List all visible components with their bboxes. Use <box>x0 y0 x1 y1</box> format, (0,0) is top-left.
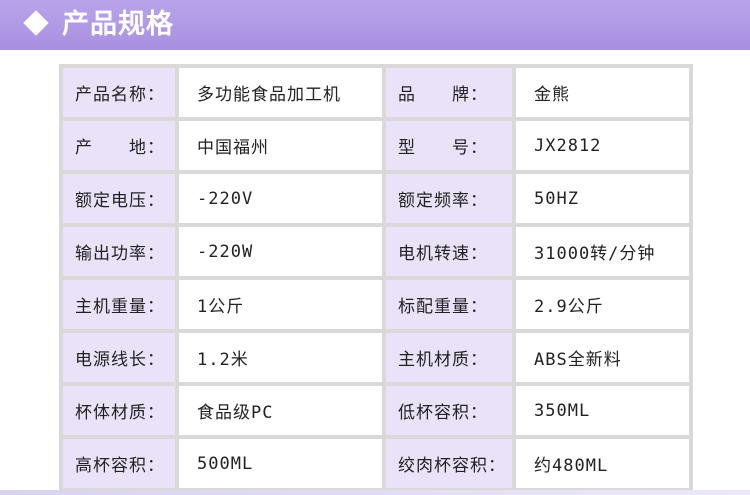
spec-label: 额定频率： <box>382 170 516 227</box>
spec-label: 主机重量： <box>59 276 179 333</box>
spec-label: 标配重量： <box>382 276 516 333</box>
spec-value: 31000转/分钟 <box>512 223 693 280</box>
spec-label: 电源线长： <box>59 329 179 386</box>
table-row: 电源线长： 1.2米 主机材质： ABS全新料 <box>59 329 693 386</box>
spec-value: 中国福州 <box>175 117 386 174</box>
spec-label: 主机材质： <box>382 329 516 386</box>
table-row: 输出功率： -220W 电机转速： 31000转/分钟 <box>59 223 693 280</box>
spec-value: 350ML <box>512 382 693 439</box>
spec-value: -220W <box>175 223 386 280</box>
spec-value: 500ML <box>175 435 386 492</box>
table-row: 额定电压： -220V 额定频率： 50HZ <box>59 170 693 227</box>
spec-label: 低杯容积： <box>382 382 516 439</box>
table-row: 产品名称： 多功能食品加工机 品 牌： 金熊 <box>59 64 693 121</box>
spec-value: 多功能食品加工机 <box>175 64 386 121</box>
spec-label: 杯体材质： <box>59 382 179 439</box>
table-row: 高杯容积： 500ML 绞肉杯容积： 约480ML <box>59 435 693 492</box>
section-title: 产品规格 <box>62 9 174 40</box>
spec-label: 绞肉杯容积： <box>382 435 516 492</box>
spec-label: 高杯容积： <box>59 435 179 492</box>
section-header: 产品规格 <box>0 0 750 50</box>
spec-value: 1.2米 <box>175 329 386 386</box>
spec-value: 50HZ <box>512 170 693 227</box>
diamond-icon <box>23 10 49 36</box>
table-row: 主机重量： 1公斤 标配重量： 2.9公斤 <box>59 276 693 333</box>
spec-value: 金熊 <box>512 64 693 121</box>
spec-value: 1公斤 <box>175 276 386 333</box>
spec-value: 2.9公斤 <box>512 276 693 333</box>
table-row: 产 地： 中国福州 型 号： JX2812 <box>59 117 693 174</box>
spec-table: 产品名称： 多功能食品加工机 品 牌： 金熊 产 地： 中国福州 型 号： JX… <box>59 64 693 492</box>
spec-value: -220V <box>175 170 386 227</box>
spec-label: 电机转速： <box>382 223 516 280</box>
spec-label: 产 地： <box>59 117 179 174</box>
spec-value: ABS全新料 <box>512 329 693 386</box>
spec-label: 额定电压： <box>59 170 179 227</box>
spec-label: 型 号： <box>382 117 516 174</box>
spec-label: 产品名称： <box>59 64 179 121</box>
spec-label: 品 牌： <box>382 64 516 121</box>
spec-value: 约480ML <box>512 435 693 492</box>
spec-label: 输出功率： <box>59 223 179 280</box>
spec-value: JX2812 <box>512 117 693 174</box>
table-row: 杯体材质： 食品级PC 低杯容积： 350ML <box>59 382 693 439</box>
bottom-divider <box>0 490 750 495</box>
spec-value: 食品级PC <box>175 382 386 439</box>
